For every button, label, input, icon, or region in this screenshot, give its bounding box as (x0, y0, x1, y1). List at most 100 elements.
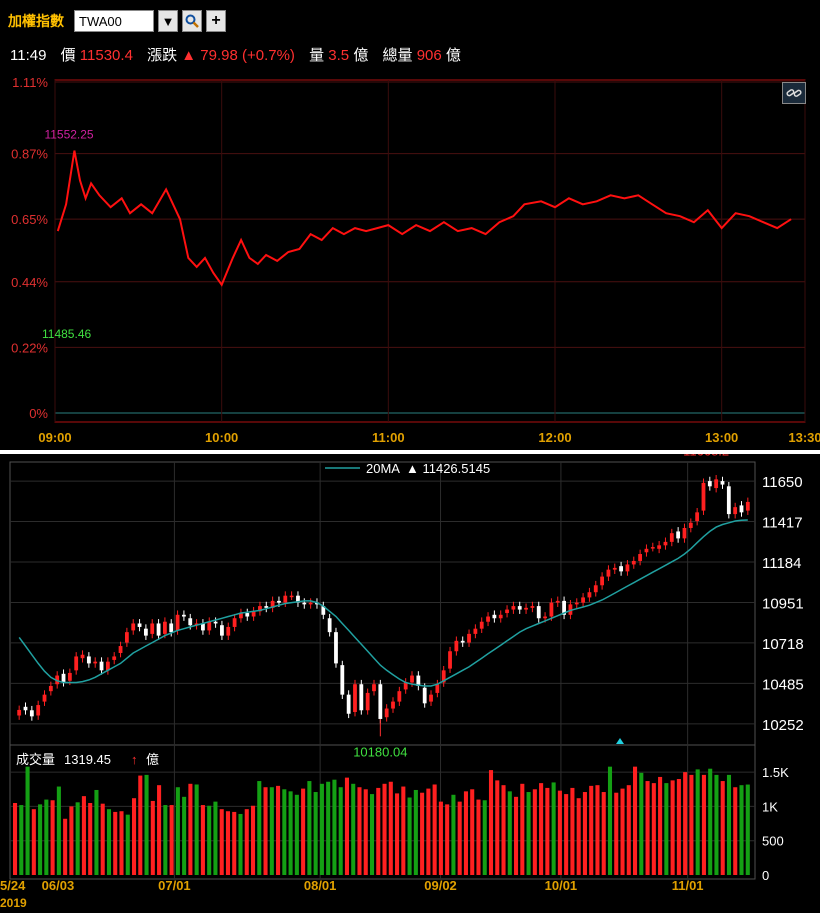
candle-body (378, 684, 383, 719)
candle-body (80, 654, 85, 659)
volume-bar (426, 788, 431, 875)
x-tick-label: 5/24 (0, 878, 26, 893)
price-frame (9, 461, 756, 746)
volume-bar (131, 798, 137, 875)
candle-body (606, 569, 611, 577)
volume-bar (150, 800, 155, 875)
volume-bar (726, 774, 732, 875)
volume-tick-label: 0 (762, 868, 769, 883)
candle-body (682, 527, 687, 539)
link-icon[interactable] (782, 82, 806, 104)
x-tick-label: 08/01 (304, 878, 337, 893)
candle-body (397, 691, 402, 702)
volume-bar (25, 766, 30, 875)
candle-body (226, 626, 231, 636)
volume-bar (576, 798, 581, 875)
candle-body (574, 602, 579, 605)
candle-body (61, 673, 66, 683)
candle-body (745, 501, 750, 511)
candle-body (188, 618, 193, 626)
y-tick-label: 11417 (762, 515, 803, 532)
volume-bar (288, 791, 293, 875)
x-tick-label: 12:00 (538, 430, 571, 445)
candle-body (460, 640, 465, 643)
high-label: 11552.25 (44, 128, 93, 142)
volume-bar (88, 803, 93, 875)
x-tick-label: 10/01 (545, 878, 578, 893)
candle-body (410, 675, 414, 683)
candle-body (42, 694, 47, 702)
volume-bar (263, 787, 268, 875)
volume-bar (413, 789, 418, 875)
daily-panel: 5/24 06/03 07/01 08/01 09/02 10/01 11/01 2019 11… (0, 454, 820, 913)
daily-chart: 5/24 06/03 07/01 08/01 09/02 10/01 11/01 2019 11… (0, 454, 804, 910)
candle-body (695, 512, 700, 522)
volume-bar (451, 794, 456, 875)
volume-tick-label: 1.5K (762, 765, 789, 780)
volume-bar (100, 803, 105, 875)
volume-bar (532, 789, 537, 875)
candle-body (429, 694, 433, 702)
volume-bar (144, 774, 149, 875)
candle-body (67, 672, 72, 681)
candle-body (29, 710, 34, 717)
y-tick-label: 0.22% (11, 340, 48, 355)
volume-bar (269, 787, 274, 875)
volume-bar (495, 780, 500, 875)
volume-bar (645, 781, 650, 875)
candle-body (245, 613, 250, 617)
ma-line (18, 519, 748, 687)
volume-bar (157, 785, 162, 875)
volume-bar (119, 811, 124, 875)
intraday-panel: 加權指數 TWA00 ▼ + 11:49 價 11530.4 漲跌 ▲ 79.9… (0, 0, 820, 450)
volume-bar (238, 813, 243, 875)
volume-bar (351, 783, 356, 875)
candle-body (638, 554, 643, 561)
candle-body (277, 600, 281, 603)
candle-body (726, 486, 731, 515)
volume-bar (470, 789, 475, 875)
y-tick-label: 10485 (762, 676, 804, 693)
x-tick-label: 11/01 (672, 878, 704, 893)
candle-body (112, 656, 117, 660)
volume-bar (182, 796, 187, 875)
candle-body (384, 708, 389, 718)
candle-body (517, 606, 522, 610)
candle-body (663, 541, 668, 546)
volume-bar (276, 785, 281, 875)
volume-bar (313, 792, 318, 875)
volume-bar (582, 792, 587, 875)
volume-bar (514, 796, 519, 875)
volume-bar (507, 791, 512, 875)
ma-legend-value: ▲ 11426.5145 (406, 461, 490, 476)
candle-body (137, 623, 142, 627)
y-tick-label: 11184 (762, 555, 802, 572)
volume-bar (670, 780, 675, 875)
volume-bar (50, 800, 55, 875)
candle-body (714, 479, 719, 489)
volume-bar (56, 786, 61, 875)
y-tick-label: 10718 (762, 636, 804, 653)
candle-body (213, 621, 218, 624)
volume-bar (106, 809, 112, 875)
x-tick-label: 09/02 (424, 878, 457, 893)
volume-bar (175, 787, 180, 875)
volume-bar (564, 794, 569, 875)
x-tick-label: 11:00 (372, 430, 405, 445)
ma-legend-label: 20MA (366, 461, 400, 476)
candle-body (669, 533, 674, 542)
volume-bar (664, 783, 669, 875)
volume-bar (369, 794, 375, 875)
candle-body (99, 661, 104, 671)
candle-body (524, 607, 528, 610)
candle-body (365, 692, 370, 711)
volume-bar (745, 784, 750, 875)
volume-bar (476, 799, 481, 875)
y-tick-label: 0.65% (11, 212, 48, 227)
candle-body (23, 706, 28, 711)
candle-body (93, 661, 98, 664)
volume-value: 1319.45 (64, 752, 111, 767)
candle-body (549, 602, 554, 617)
volume-bar (395, 793, 400, 875)
candle-body (169, 623, 174, 633)
